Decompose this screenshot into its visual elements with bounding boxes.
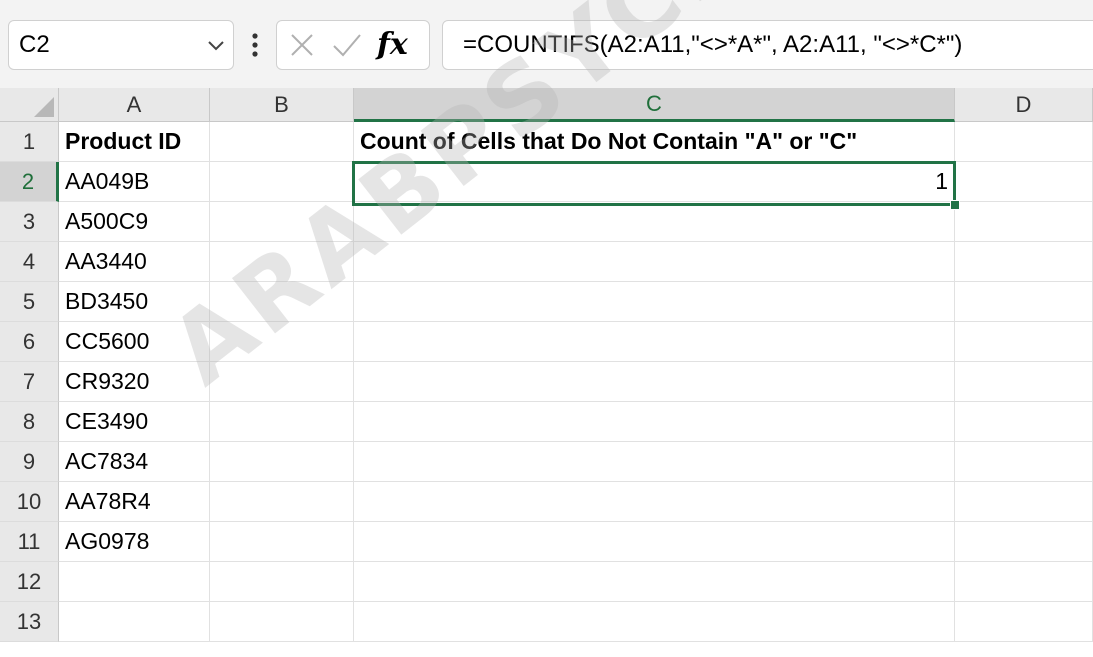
cell-c9[interactable] xyxy=(354,442,955,482)
cell-d13[interactable] xyxy=(955,602,1093,642)
cell-d7[interactable] xyxy=(955,362,1093,402)
formula-input[interactable]: =COUNTIFS(A2:A11,"<>*A*", A2:A11, "<>*C*… xyxy=(442,20,1093,70)
cell-a9[interactable]: AC7834 xyxy=(59,442,210,482)
cell-d8[interactable] xyxy=(955,402,1093,442)
cell-d2[interactable] xyxy=(955,162,1093,202)
row-header-9[interactable]: 9 xyxy=(0,442,59,482)
cell-b1[interactable] xyxy=(210,122,354,162)
formula-text: =COUNTIFS(A2:A11,"<>*A*", A2:A11, "<>*C*… xyxy=(463,31,963,58)
cell-a5[interactable]: BD3450 xyxy=(59,282,210,322)
cell-b3[interactable] xyxy=(210,202,354,242)
cell-a8[interactable]: CE3490 xyxy=(59,402,210,442)
cell-b7[interactable] xyxy=(210,362,354,402)
cell-a6[interactable]: CC5600 xyxy=(59,322,210,362)
chevron-down-icon[interactable] xyxy=(205,34,227,56)
cell-d11[interactable] xyxy=(955,522,1093,562)
cell-a7[interactable]: CR9320 xyxy=(59,362,210,402)
cell-c13[interactable] xyxy=(354,602,955,642)
cell-b8[interactable] xyxy=(210,402,354,442)
cell-d5[interactable] xyxy=(955,282,1093,322)
row-header-5[interactable]: 5 xyxy=(0,282,59,322)
spreadsheet-grid: A B C D 1 2 3 4 5 6 7 8 9 10 11 12 13 Pr… xyxy=(0,0,1093,657)
row-header-11[interactable]: 11 xyxy=(0,522,59,562)
cell-b5[interactable] xyxy=(210,282,354,322)
cell-a2[interactable]: AA049B xyxy=(59,162,210,202)
cell-b4[interactable] xyxy=(210,242,354,282)
row-header-4[interactable]: 4 xyxy=(0,242,59,282)
cell-a3[interactable]: A500C9 xyxy=(59,202,210,242)
cell-c2[interactable]: 1 xyxy=(354,162,955,202)
enter-check-icon[interactable] xyxy=(332,32,362,58)
cell-a12[interactable] xyxy=(59,562,210,602)
cell-c7[interactable] xyxy=(354,362,955,402)
more-options-icon[interactable] xyxy=(251,28,259,62)
cell-d1[interactable] xyxy=(955,122,1093,162)
cell-b12[interactable] xyxy=(210,562,354,602)
cell-c12[interactable] xyxy=(354,562,955,602)
cell-c1[interactable]: Count of Cells that Do Not Contain "A" o… xyxy=(354,122,955,162)
row-header-8[interactable]: 8 xyxy=(0,402,59,442)
cell-a1[interactable]: Product ID xyxy=(59,122,210,162)
cell-b6[interactable] xyxy=(210,322,354,362)
cell-b2[interactable] xyxy=(210,162,354,202)
cell-c8[interactable] xyxy=(354,402,955,442)
cell-d3[interactable] xyxy=(955,202,1093,242)
row-header-13[interactable]: 13 xyxy=(0,602,59,642)
cell-b11[interactable] xyxy=(210,522,354,562)
name-box[interactable]: C2 xyxy=(8,20,234,70)
cell-b10[interactable] xyxy=(210,482,354,522)
row-header-12[interactable]: 12 xyxy=(0,562,59,602)
row-header-10[interactable]: 10 xyxy=(0,482,59,522)
column-header-c[interactable]: C xyxy=(354,88,955,122)
cell-d6[interactable] xyxy=(955,322,1093,362)
column-header-d[interactable]: D xyxy=(955,88,1093,122)
cell-a11[interactable]: AG0978 xyxy=(59,522,210,562)
formula-bar: C2 fx =COUNTIFS(A2:A11,"<>*A*", A2:A11, … xyxy=(0,0,1093,88)
cell-c3[interactable] xyxy=(354,202,955,242)
cell-d9[interactable] xyxy=(955,442,1093,482)
cell-a13[interactable] xyxy=(59,602,210,642)
select-all-corner[interactable] xyxy=(0,88,59,122)
row-header-2[interactable]: 2 xyxy=(0,162,59,202)
cell-c6[interactable] xyxy=(354,322,955,362)
column-header-a[interactable]: A xyxy=(59,88,210,122)
insert-function-icon[interactable]: fx xyxy=(377,27,408,62)
cell-b9[interactable] xyxy=(210,442,354,482)
name-box-value: C2 xyxy=(19,31,50,58)
select-all-icon xyxy=(34,97,54,117)
fill-handle[interactable] xyxy=(950,200,960,210)
formula-actions: fx xyxy=(276,20,430,70)
cell-c4[interactable] xyxy=(354,242,955,282)
cell-d10[interactable] xyxy=(955,482,1093,522)
cancel-icon[interactable] xyxy=(289,32,315,58)
cell-d12[interactable] xyxy=(955,562,1093,602)
row-header-6[interactable]: 6 xyxy=(0,322,59,362)
cell-c10[interactable] xyxy=(354,482,955,522)
row-header-7[interactable]: 7 xyxy=(0,362,59,402)
cell-c11[interactable] xyxy=(354,522,955,562)
row-header-1[interactable]: 1 xyxy=(0,122,59,162)
cell-d4[interactable] xyxy=(955,242,1093,282)
column-header-b[interactable]: B xyxy=(210,88,354,122)
cell-c5[interactable] xyxy=(354,282,955,322)
cell-b13[interactable] xyxy=(210,602,354,642)
cell-a10[interactable]: AA78R4 xyxy=(59,482,210,522)
row-header-3[interactable]: 3 xyxy=(0,202,59,242)
cell-a4[interactable]: AA3440 xyxy=(59,242,210,282)
